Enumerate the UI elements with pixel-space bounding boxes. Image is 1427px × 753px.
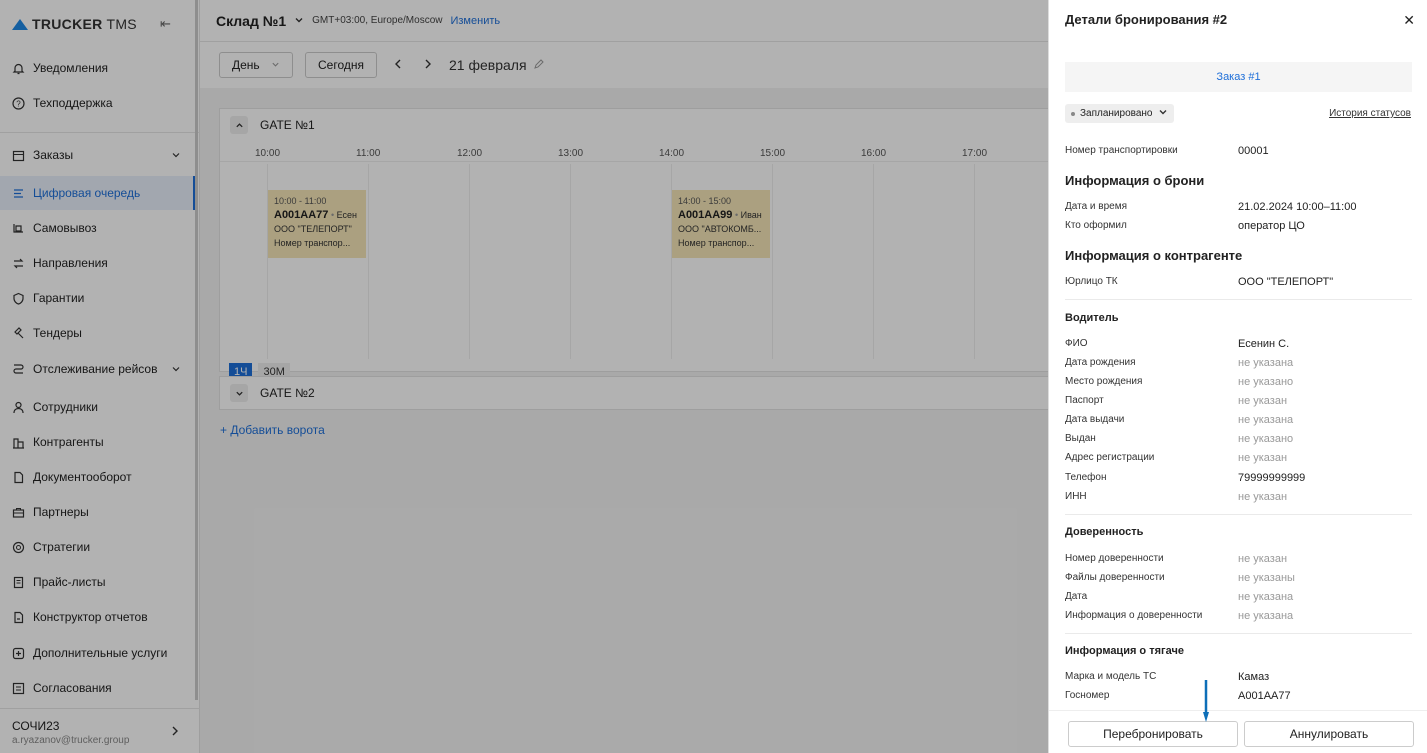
divider bbox=[1065, 299, 1412, 300]
modal-backdrop[interactable] bbox=[0, 0, 1048, 753]
annotation-arrow-icon bbox=[1203, 680, 1209, 722]
poa-heading: Доверенность bbox=[1065, 526, 1144, 538]
field-value: 79999999999 bbox=[1238, 472, 1306, 484]
field-value: не указан bbox=[1238, 553, 1288, 565]
field-label: Номер транспортировки bbox=[1065, 145, 1178, 156]
field-label: ФИО bbox=[1065, 338, 1088, 349]
status-label: Запланировано bbox=[1080, 108, 1153, 119]
field-label: Адрес регистрации bbox=[1065, 452, 1155, 463]
status-dropdown[interactable]: Запланировано bbox=[1065, 104, 1174, 123]
field-label: Дата bbox=[1065, 591, 1088, 602]
field-value: оператор ЦО bbox=[1238, 220, 1305, 232]
order-link[interactable]: Заказ #1 bbox=[1065, 62, 1412, 92]
field-value: А001АА77 bbox=[1238, 690, 1291, 702]
divider bbox=[1065, 514, 1412, 515]
field-label: Номер доверенности bbox=[1065, 553, 1164, 564]
field-label: Информация о доверенности bbox=[1065, 610, 1203, 621]
field-value: не указан bbox=[1238, 491, 1288, 503]
field-value: 21.02.2024 10:00–11:00 bbox=[1238, 201, 1357, 213]
field-value: не указан bbox=[1238, 452, 1288, 464]
panel-footer: Перебронировать Аннулировать bbox=[1049, 710, 1427, 753]
panel-title: Детали бронирования #2 bbox=[1065, 12, 1228, 27]
status-history-link[interactable]: История статусов bbox=[1329, 108, 1411, 119]
field-label: Марка и модель ТС bbox=[1065, 671, 1157, 682]
field-value: не указана bbox=[1238, 414, 1294, 426]
field-label: Место рождения bbox=[1065, 376, 1143, 387]
field-value: не указана bbox=[1238, 591, 1294, 603]
field-label: Дата рождения bbox=[1065, 357, 1136, 368]
booking-details-panel: Детали бронирования #2 ✕ Заказ #1 Заплан… bbox=[1048, 0, 1427, 753]
field-label: Юрлицо ТК bbox=[1065, 276, 1118, 287]
field-label: Госномер bbox=[1065, 690, 1110, 701]
field-value: не указано bbox=[1238, 376, 1294, 388]
field-label: Кто оформил bbox=[1065, 220, 1127, 231]
close-icon[interactable]: ✕ bbox=[1403, 12, 1415, 29]
field-label: Паспорт bbox=[1065, 395, 1104, 406]
field-label: Выдан bbox=[1065, 433, 1096, 444]
field-label: ИНН bbox=[1065, 491, 1087, 502]
field-label: Телефон bbox=[1065, 472, 1107, 483]
field-value: не указана bbox=[1238, 610, 1294, 622]
booking-info-heading: Информация о брони bbox=[1065, 173, 1205, 188]
field-value: не указан bbox=[1238, 395, 1288, 407]
field-label: Файлы доверенности bbox=[1065, 572, 1165, 583]
field-value: Есенин С. bbox=[1238, 338, 1290, 350]
field-value: не указано bbox=[1238, 433, 1294, 445]
divider bbox=[1065, 633, 1412, 634]
contractor-info-heading: Информация о контрагенте bbox=[1065, 248, 1243, 263]
cancel-booking-button[interactable]: Аннулировать bbox=[1244, 721, 1414, 747]
driver-heading: Водитель bbox=[1065, 312, 1119, 324]
field-value: не указаны bbox=[1238, 572, 1295, 584]
field-value: Камаз bbox=[1238, 671, 1270, 683]
chevron-down-icon bbox=[1158, 107, 1168, 120]
field-label: Дата и время bbox=[1065, 201, 1128, 212]
tractor-heading: Информация о тягаче bbox=[1065, 645, 1184, 657]
field-label: Дата выдачи bbox=[1065, 414, 1125, 425]
field-value: 00001 bbox=[1238, 145, 1269, 157]
field-value: не указана bbox=[1238, 357, 1294, 369]
status-dot bbox=[1071, 111, 1075, 116]
field-value: ООО "ТЕЛЕПОРТ" bbox=[1238, 276, 1334, 288]
rebook-button[interactable]: Перебронировать bbox=[1068, 721, 1238, 747]
